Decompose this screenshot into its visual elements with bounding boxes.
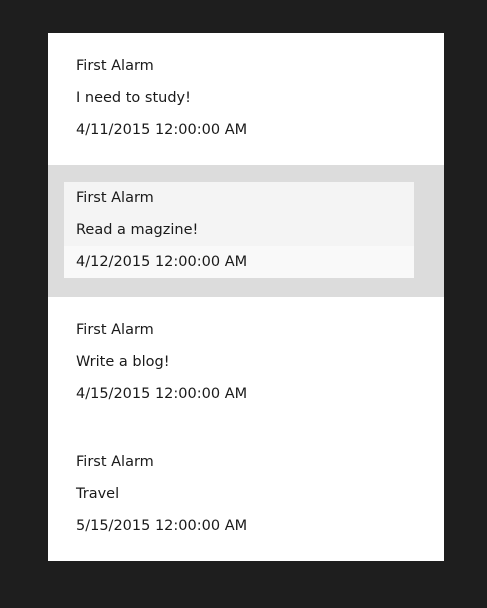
alarm-list-item[interactable]: First Alarm I need to study! 4/11/2015 1…	[48, 33, 444, 165]
alarm-list-item[interactable]: First Alarm Travel 5/15/2015 12:00:00 AM	[48, 429, 444, 561]
alarm-title: First Alarm	[76, 454, 154, 470]
alarm-message: Read a magzine!	[76, 222, 199, 238]
alarm-title: First Alarm	[76, 190, 154, 206]
alarm-item-content: First Alarm Travel 5/15/2015 12:00:00 AM	[64, 446, 414, 542]
alarm-list-item[interactable]: First Alarm Write a blog! 4/15/2015 12:0…	[48, 297, 444, 429]
alarm-list-item-selected[interactable]: First Alarm Read a magzine! 4/12/2015 12…	[48, 165, 444, 297]
alarm-title: First Alarm	[76, 322, 154, 338]
alarm-datetime: 4/12/2015 12:00:00 AM	[64, 246, 414, 278]
alarm-datetime: 4/15/2015 12:00:00 AM	[76, 386, 248, 402]
alarm-item-content: First Alarm I need to study! 4/11/2015 1…	[64, 50, 414, 146]
alarm-datetime: 4/11/2015 12:00:00 AM	[76, 122, 248, 138]
alarm-title: First Alarm	[76, 58, 154, 74]
alarm-item-content: First Alarm Read a magzine! 4/12/2015 12…	[64, 182, 414, 278]
alarm-datetime: 5/15/2015 12:00:00 AM	[76, 518, 248, 534]
alarm-message: I need to study!	[76, 90, 191, 106]
alarm-item-content: First Alarm Write a blog! 4/15/2015 12:0…	[64, 314, 414, 410]
alarm-list: First Alarm I need to study! 4/11/2015 1…	[48, 33, 444, 561]
alarm-message: Travel	[76, 486, 120, 502]
alarm-message: Write a blog!	[76, 354, 170, 370]
